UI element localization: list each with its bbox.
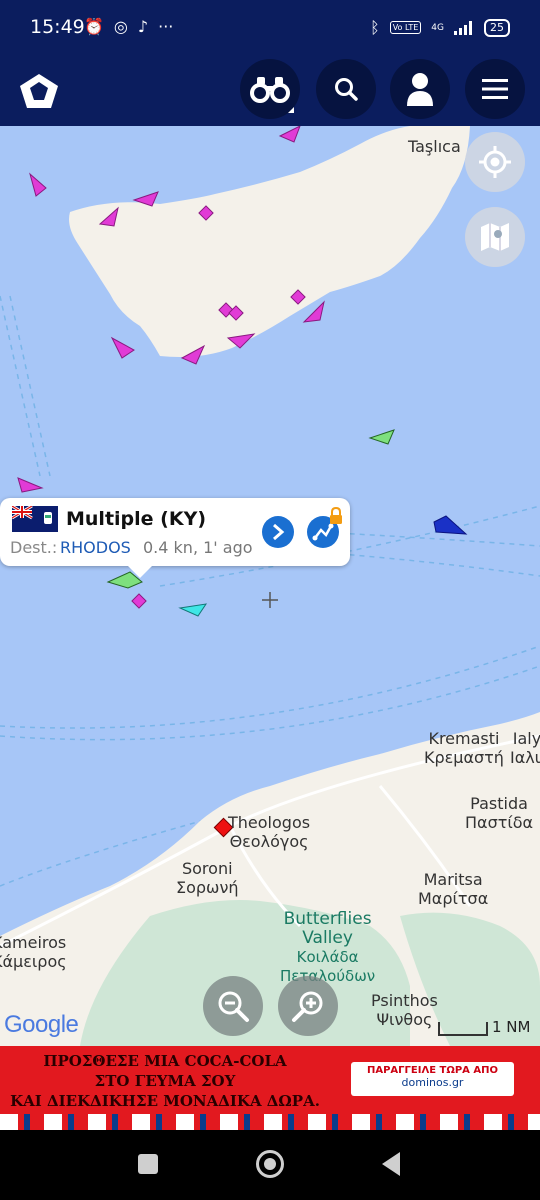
crosshair-icon [479,146,511,178]
ad-text-line: ΠΡΟΣΘΕΣΕ ΜΙΑ COCA-COLA [43,1052,287,1070]
back-button[interactable] [380,1151,402,1177]
vessel-markers [17,126,468,838]
zoom-out-icon [218,991,249,1022]
system-icons: ᛒ Vo LTE 4G 25 [370,18,510,37]
map-layers-icon [481,223,509,251]
signal-icon [454,20,472,35]
zoom-out-button[interactable] [203,976,263,1036]
dest-label: Dest.: [10,538,58,557]
destination-link[interactable]: RHODOS [60,538,131,557]
map-label: Maritsa Μαρίτσα [418,870,489,908]
binoculars-button[interactable] [240,59,300,119]
ad-banner[interactable]: ΠΡΟΣΘΕΣΕ ΜΙΑ COCA-COLA ΣΤΟ ΓΕΥΜΑ ΣΟΥ ΚΑΙ… [0,1046,540,1130]
map-label: Ialy Ιαλυ [510,729,540,767]
marinetraffic-logo-icon[interactable] [18,72,60,114]
map-layers-button[interactable] [465,207,525,267]
user-icon [407,73,433,106]
home-button[interactable] [256,1150,284,1178]
map-view[interactable]: Taşlıca Kremasti Κρεμαστή Ialy Ιαλυ Pastid… [0,126,540,1046]
chevron-right-icon [273,524,285,540]
ad-text-line: ΣΤΟ ΓΕΥΜΑ ΣΟΥ [94,1072,236,1090]
ad-cta-box[interactable]: ΠΑΡΑΓΓΕΙΛΕ ΤΩΡΑ ΑΠΟ dominos.gr [351,1062,514,1096]
battery-indicator: 25 [484,18,510,37]
vessel-name: Multiple (KY) [66,508,207,530]
system-nav-bar [0,1130,540,1200]
ad-text-line: ΚΑΙ ΔΙΕΚΔΙΚΗΣΕ ΜΟΝΑΔΙΚΑ ΔΩΡΑ. [10,1092,320,1110]
map-label: Psinthos Ψινθος [371,991,438,1029]
alarm-icon: ⏰ [84,17,104,36]
lock-icon [330,507,342,524]
ad-pattern-strip [0,1114,540,1130]
google-logo: Google [4,1011,79,1038]
ad-cta-text: ΠΑΡΑΓΓΕΙΛΕ ΤΩΡΑ ΑΠΟ [366,1065,498,1076]
cayman-islands-flag-icon [12,506,58,532]
status-time: 15:49 [30,16,85,38]
scale-bar [438,1022,488,1036]
map-label: Theologos Θεολόγος [228,813,311,851]
notification-icons: ⏰ ◎ ♪ ··· [84,17,173,36]
map-label: Butterflies Valley Κοιλάδα Πεταλούδων [280,909,376,986]
search-icon [335,78,358,101]
map-label: KameirosΚάμειρος [0,933,67,971]
menu-button[interactable] [465,59,525,119]
map-label: Pastida Παστίδα [465,794,534,832]
instagram-icon: ◎ [113,17,128,36]
map-label: Kremasti Κρεμαστή [424,729,504,767]
vessel-marker-cyan [178,603,208,617]
recents-button[interactable] [138,1154,158,1174]
zoom-in-icon [292,991,323,1022]
vessel-details-button[interactable] [262,516,294,548]
more-notifications-icon: ··· [158,17,174,36]
zoom-in-button[interactable] [278,976,338,1036]
vessel-marker-blue [433,515,468,535]
vessel-marker [17,126,325,493]
map-label: Taşlıca [408,137,461,156]
volte-badge: Vo LTE [389,21,422,34]
vessel-popup[interactable]: Multiple (KY) Dest.: RHODOS 0.4 kn, 1' a… [0,498,350,578]
route-icon [312,523,334,541]
tiktok-icon: ♪ [137,17,149,36]
account-button[interactable] [390,59,450,119]
search-button[interactable] [316,59,376,119]
status-bar: 15:49 ⏰ ◎ ♪ ··· ᛒ Vo LTE 4G 25 [0,0,540,56]
network-type: 4G [431,22,444,33]
map-label: Soroni Σορωνή [176,859,239,897]
speed-and-time: 0.4 kn, 1' ago [143,538,253,557]
ad-cta-brand: dominos.gr [401,1076,464,1089]
menu-icon [482,79,508,99]
locate-me-button[interactable] [465,132,525,192]
bluetooth-icon: ᛒ [370,18,380,37]
scale-label: 1 NM [492,1018,531,1036]
app-bar [0,56,540,126]
binoculars-icon [250,77,290,103]
